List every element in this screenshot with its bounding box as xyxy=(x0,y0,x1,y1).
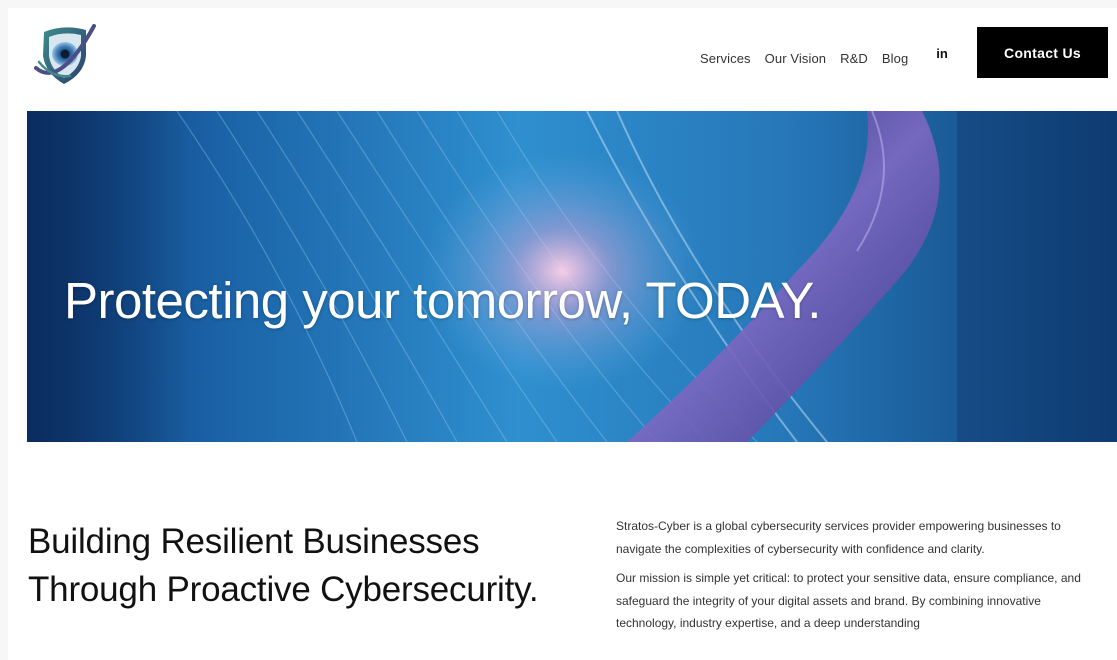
about-paragraph: Our mission is simple yet critical: to p… xyxy=(616,571,1081,630)
section-headline: Building Resilient Businesses Through Pr… xyxy=(28,522,539,609)
nav-blog[interactable]: Blog xyxy=(882,51,908,66)
nav-services[interactable]: Services xyxy=(700,51,751,66)
page: Services Our Vision R&D Blog in Contact … xyxy=(8,8,1117,660)
linkedin-icon[interactable]: in xyxy=(934,46,950,61)
about-text: Stratos-Cyber is a global cybersecurity … xyxy=(616,515,1104,642)
shield-logo-icon[interactable] xyxy=(30,18,100,94)
hero-title: Protecting your tomorrow, TODAY. xyxy=(64,272,821,329)
nav-rnd[interactable]: R&D xyxy=(840,51,868,66)
contact-us-button[interactable]: Contact Us xyxy=(977,27,1108,78)
main-nav: Services Our Vision R&D Blog xyxy=(700,51,908,66)
hero-banner: Protecting your tomorrow, TODAY. xyxy=(27,111,1117,442)
nav-our-vision[interactable]: Our Vision xyxy=(765,51,826,66)
about-paragraph: Stratos-Cyber is a global cybersecurity … xyxy=(616,519,1061,556)
